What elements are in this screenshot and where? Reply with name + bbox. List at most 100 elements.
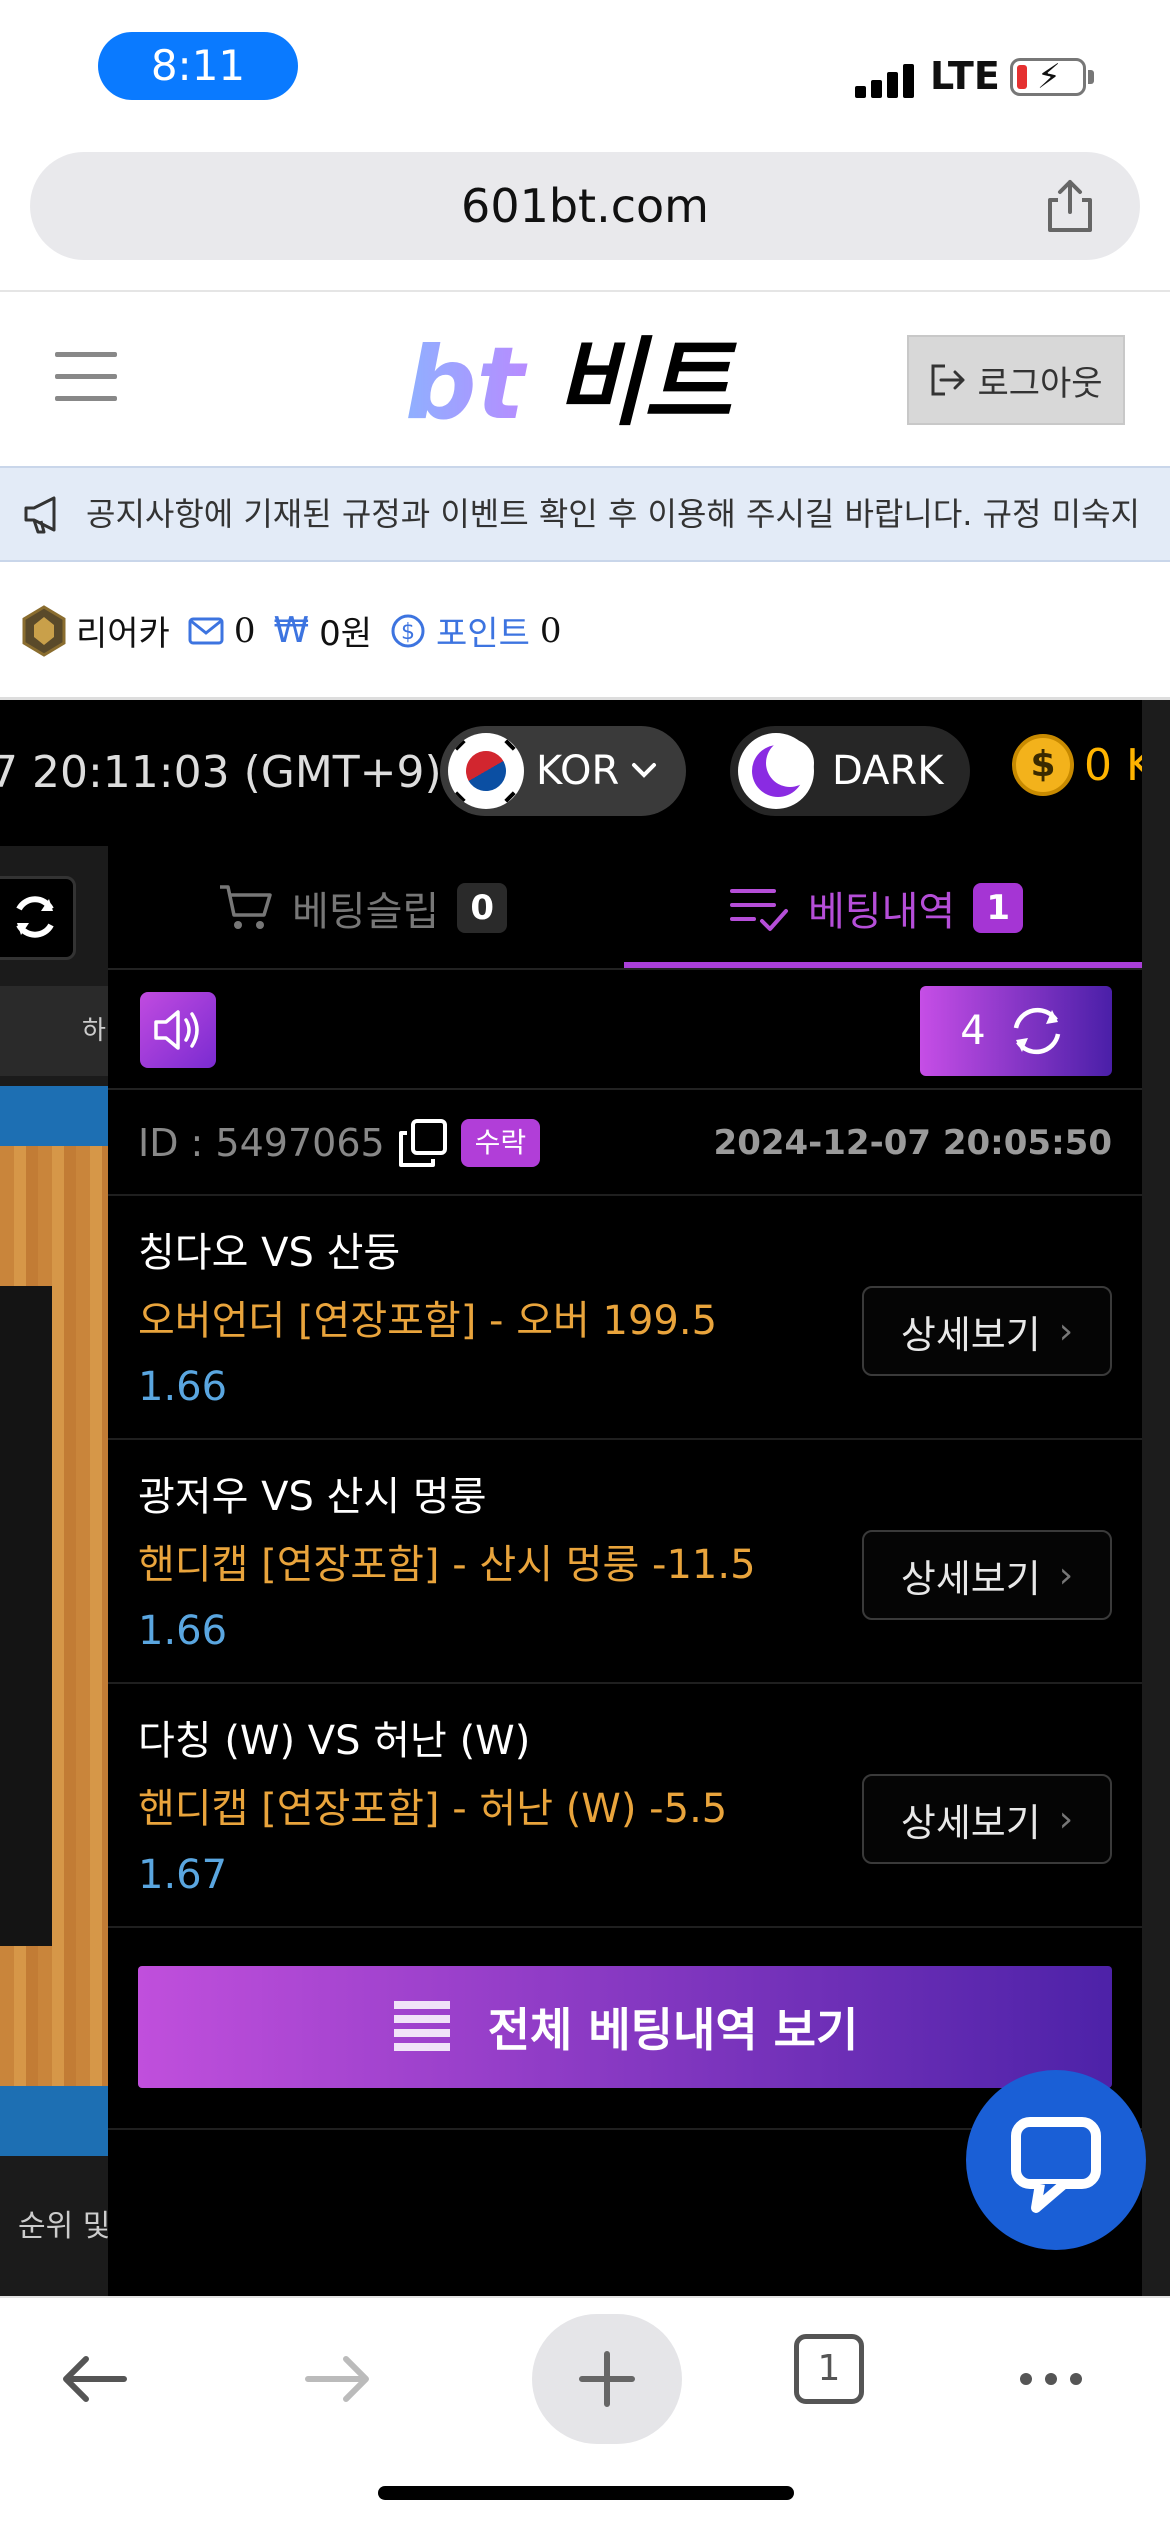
chevron-down-icon [632, 763, 657, 778]
tab-bet-history-label: 베팅내역 [808, 889, 956, 935]
logout-label: 로그아웃 [977, 363, 1103, 404]
bet-pick-text: 핸디캡 [연장포함] - 허난 (W) -5.5 [138, 1786, 728, 1832]
user-info-row: 리어카 0 ₩ 0원 $ 포인트 0 [0, 564, 1170, 700]
back-arrow-icon[interactable] [50, 2334, 140, 2424]
active-tab-indicator [624, 962, 1142, 968]
divider [0, 290, 1170, 292]
bet-pick: 핸디캡 [연장포함] - 산시 멍룽 -11.5 1.66 [138, 1532, 778, 1664]
money-item[interactable]: ₩ 0원 [273, 606, 372, 655]
plus-icon [579, 2351, 635, 2407]
svg-text:$: $ [401, 620, 415, 645]
logo-korean: 비트 [555, 330, 737, 430]
share-icon[interactable] [1040, 176, 1100, 236]
korea-flag-icon [448, 733, 524, 809]
logout-icon [931, 364, 965, 396]
history-toolbar: 4 [108, 970, 1142, 1090]
language-label: KOR [536, 748, 620, 794]
address-bar[interactable]: 601bt.com [30, 152, 1140, 260]
more-icon[interactable] [1006, 2334, 1096, 2424]
point-coin-icon: $ [391, 614, 425, 647]
bet-tabs: 베팅슬립 0 베팅내역 1 [108, 846, 1142, 970]
bet-odds: 1.66 [138, 1608, 228, 1654]
auto-refresh-button[interactable]: 4 [920, 986, 1112, 1076]
refresh-button[interactable] [0, 876, 76, 960]
mail-icon [188, 617, 224, 644]
battery-cap [1088, 70, 1094, 84]
betslip-count: 0 [457, 883, 508, 933]
status-time: 8:11 [98, 32, 298, 100]
moon-icon [738, 733, 814, 809]
bet-history-count: 1 [973, 883, 1024, 933]
points-label: 포인트 [436, 614, 530, 654]
cart-icon [220, 885, 272, 929]
overlay-panel [0, 1286, 52, 1946]
logo-latin: bt [405, 330, 528, 430]
network-label: LTE [930, 54, 1000, 98]
tabs-button[interactable]: 1 [794, 2334, 864, 2404]
view-all-label: 전체 베팅내역 보기 [487, 2003, 859, 2057]
user-name-item[interactable]: 리어카 [22, 604, 170, 657]
tab-bet-history[interactable]: 베팅내역 1 [728, 846, 1024, 970]
battery-icon: ⚡ [1010, 57, 1086, 97]
menu-icon[interactable] [55, 352, 117, 402]
list-icon [393, 2001, 450, 2051]
site-logo[interactable]: bt 비트 [405, 330, 765, 430]
language-selector[interactable]: KOR [440, 726, 686, 816]
scrollbar[interactable] [1142, 700, 1170, 2296]
court-stripe [0, 1086, 108, 1146]
dark-content: 7 20:11:03 (GMT+9) KOR DARK $ 0 KR [0, 700, 1170, 2296]
ticket-datetime: 2024-12-07 20:05:50 [713, 1123, 1112, 1163]
detail-button[interactable]: 상세보기 › [862, 1530, 1112, 1620]
ticket-id-row: ID : 5497065 수락 [138, 1090, 541, 1196]
detail-button[interactable]: 상세보기 › [862, 1774, 1112, 1864]
speaker-icon [154, 1010, 199, 1050]
court-stripe-bottom [0, 2086, 108, 2156]
refresh-icon [16, 896, 54, 938]
megaphone-icon [24, 496, 56, 534]
new-tab-button[interactable] [532, 2314, 682, 2444]
messages-item[interactable]: 0 [188, 611, 255, 651]
chat-button[interactable] [966, 2070, 1146, 2250]
dark-top-bar: 7 20:11:03 (GMT+9) KOR DARK $ 0 KR [0, 700, 1170, 846]
forward-arrow-icon[interactable] [292, 2334, 382, 2424]
signal-icon [855, 62, 915, 98]
tab-betslip[interactable]: 베팅슬립 0 [218, 846, 508, 970]
status-bar: 8:11 LTE ⚡ [0, 0, 1170, 140]
notice-text: 공지사항에 기재된 규정과 이벤트 확인 후 이용해 주시길 바랍니다. 규정 … [86, 495, 1140, 533]
rank-label[interactable]: 순위 및 [18, 2201, 108, 2245]
sound-button[interactable] [140, 992, 216, 1068]
bet-item: 칭다오 VS 산둥 오버언더 [연장포함] - 오버 199.5 1.66 상세… [108, 1196, 1142, 1440]
list-check-icon [730, 889, 788, 931]
chevron-right-icon: › [1058, 1310, 1074, 1352]
detail-button[interactable]: 상세보기 › [862, 1286, 1112, 1376]
ticket-id: ID : 5497065 [138, 1121, 385, 1165]
chevron-right-icon: › [1058, 1798, 1074, 1840]
status-badge: 수락 [460, 1119, 541, 1167]
notice-bar[interactable]: 공지사항에 기재된 규정과 이벤트 확인 후 이용해 주시길 바랍니다. 규정 … [0, 466, 1170, 562]
detail-label: 상세보기 [900, 1556, 1041, 1601]
coin-icon: $ [1012, 734, 1074, 796]
chat-bubble-icon [1011, 2117, 1101, 2213]
chevron-right-icon: › [1058, 1554, 1074, 1596]
server-clock: 7 20:11:03 (GMT+9) [0, 747, 442, 798]
points-value: 0 [539, 610, 562, 651]
auto-refresh-count: 4 [960, 1008, 986, 1054]
url-text: 601bt.com [461, 179, 709, 233]
bet-item: 다칭 (W) VS 허난 (W) 핸디캡 [연장포함] - 허난 (W) -5.… [108, 1684, 1142, 1928]
bet-teams: 칭다오 VS 산둥 [138, 1230, 401, 1276]
theme-label: DARK [832, 748, 944, 794]
logout-button[interactable]: 로그아웃 [907, 335, 1125, 425]
bet-pick: 오버언더 [연장포함] - 오버 199.5 1.66 [138, 1288, 838, 1420]
user-name: 리어카 [76, 614, 170, 654]
bet-pick-text: 핸디캡 [연장포함] - 산시 멍룽 -11.5 [138, 1542, 756, 1588]
points-item[interactable]: $ 포인트 0 [390, 606, 562, 655]
theme-toggle[interactable]: DARK [730, 726, 970, 816]
side-tab-fragment: 하 [82, 1016, 106, 1046]
bet-odds: 1.67 [138, 1852, 228, 1898]
copy-icon[interactable] [397, 1117, 449, 1169]
tab-betslip-label: 베팅슬립 [292, 889, 440, 935]
detail-label: 상세보기 [900, 1800, 1041, 1845]
bet-pick-text: 오버언더 [연장포함] - 오버 199.5 [138, 1298, 718, 1344]
bet-odds: 1.66 [138, 1364, 228, 1410]
bet-teams: 다칭 (W) VS 허난 (W) [138, 1718, 531, 1764]
